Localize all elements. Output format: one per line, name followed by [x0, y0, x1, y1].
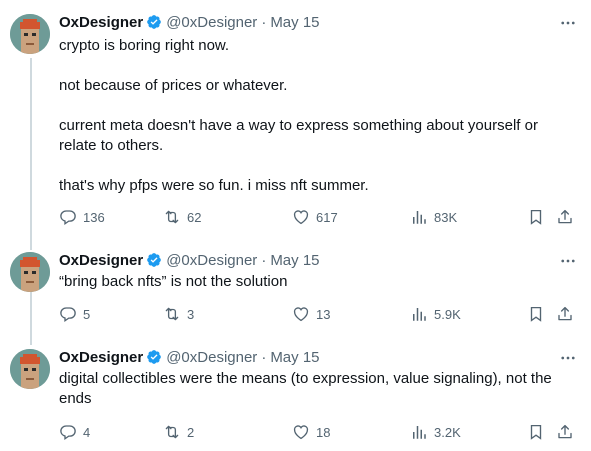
like-button[interactable]: 18	[292, 422, 330, 442]
bookmark-icon	[530, 306, 542, 322]
verified-badge-icon	[147, 350, 162, 364]
avatar[interactable]	[10, 252, 50, 292]
more-icon[interactable]	[559, 349, 577, 367]
tweet[interactable]: OxDesigner @0xDesigner · May 15 digital …	[0, 347, 591, 447]
like-button[interactable]: 617	[292, 207, 338, 227]
tweet-text: “bring back nfts” is not the solution	[59, 273, 288, 290]
like-icon	[293, 210, 309, 225]
like-icon	[293, 307, 309, 322]
bookmark-button[interactable]	[527, 422, 545, 442]
avatar-icon	[10, 349, 50, 389]
views-button[interactable]: 3.2K	[410, 422, 461, 442]
display-name[interactable]: OxDesigner	[59, 349, 143, 366]
avatar-icon	[10, 14, 50, 54]
bookmark-icon	[530, 424, 542, 440]
retweet-button[interactable]: 62	[163, 207, 201, 227]
reply-count: 136	[83, 209, 105, 225]
retweet-count: 2	[187, 424, 195, 440]
retweet-button[interactable]: 2	[163, 422, 194, 442]
verified-badge-icon	[147, 15, 162, 29]
views-count: 3.2K	[434, 424, 461, 440]
views-button[interactable]: 5.9K	[410, 304, 461, 324]
separator: ·	[261, 251, 267, 269]
bookmark-button[interactable]	[527, 304, 545, 324]
views-count: 83K	[434, 209, 458, 225]
retweet-button[interactable]: 3	[163, 304, 194, 324]
share-icon	[558, 424, 572, 439]
reply-icon	[60, 425, 76, 441]
timestamp[interactable]: May 15	[270, 252, 319, 269]
reply-button[interactable]: 136	[59, 207, 105, 227]
views-count: 5.9K	[434, 306, 461, 322]
retweet-icon	[165, 425, 179, 439]
reply-button[interactable]: 4	[59, 422, 90, 442]
like-icon	[293, 425, 309, 440]
avatar[interactable]	[10, 14, 50, 54]
action-bar: 136 62 617 83K	[59, 207, 579, 227]
timestamp[interactable]: May 15	[270, 14, 319, 31]
like-count: 13	[316, 306, 331, 322]
tweet[interactable]: OxDesigner @0xDesigner · May 15 crypto i…	[0, 12, 591, 237]
action-bar: 4 2 18 3.2K	[59, 422, 579, 442]
handle[interactable]: @0xDesigner	[166, 252, 257, 269]
views-icon	[413, 308, 426, 321]
tweet-header: OxDesigner @0xDesigner · May 15	[59, 12, 320, 32]
share-button[interactable]	[556, 422, 574, 442]
reply-icon	[60, 210, 76, 226]
verified-badge-icon	[147, 253, 162, 267]
display-name[interactable]: OxDesigner	[59, 252, 143, 269]
like-count: 617	[316, 209, 338, 225]
avatar[interactable]	[10, 349, 50, 389]
like-count: 18	[316, 424, 331, 440]
reply-count: 4	[83, 424, 91, 440]
share-button[interactable]	[556, 304, 574, 324]
tweet-header: OxDesigner @0xDesigner · May 15	[59, 347, 320, 367]
like-button[interactable]: 13	[292, 304, 330, 324]
more-icon[interactable]	[559, 252, 577, 270]
retweet-count: 3	[187, 306, 195, 322]
retweet-count: 62	[187, 209, 202, 225]
separator: ·	[261, 13, 267, 31]
reply-count: 5	[83, 306, 91, 322]
timestamp[interactable]: May 15	[270, 349, 319, 366]
handle[interactable]: @0xDesigner	[166, 14, 257, 31]
tweet[interactable]: OxDesigner @0xDesigner · May 15 “bring b…	[0, 250, 591, 342]
share-icon	[558, 306, 572, 321]
bookmark-button[interactable]	[527, 207, 545, 227]
tweet-header: OxDesigner @0xDesigner · May 15	[59, 250, 320, 270]
display-name[interactable]: OxDesigner	[59, 14, 143, 31]
share-button[interactable]	[556, 207, 574, 227]
views-icon	[413, 426, 426, 439]
share-icon	[558, 209, 572, 224]
more-icon[interactable]	[559, 14, 577, 32]
reply-button[interactable]: 5	[59, 304, 90, 324]
handle[interactable]: @0xDesigner	[166, 349, 257, 366]
bookmark-icon	[530, 209, 542, 225]
retweet-icon	[165, 210, 179, 224]
action-bar: 5 3 13 5.9K	[59, 304, 579, 324]
tweet-text: crypto is boring right now. not because …	[59, 37, 538, 194]
views-button[interactable]: 83K	[410, 207, 457, 227]
avatar-icon	[10, 252, 50, 292]
retweet-icon	[165, 307, 179, 321]
separator: ·	[261, 348, 267, 366]
views-icon	[413, 211, 426, 224]
tweet-text: digital collectibles were the means (to …	[59, 370, 552, 407]
reply-icon	[60, 307, 76, 323]
